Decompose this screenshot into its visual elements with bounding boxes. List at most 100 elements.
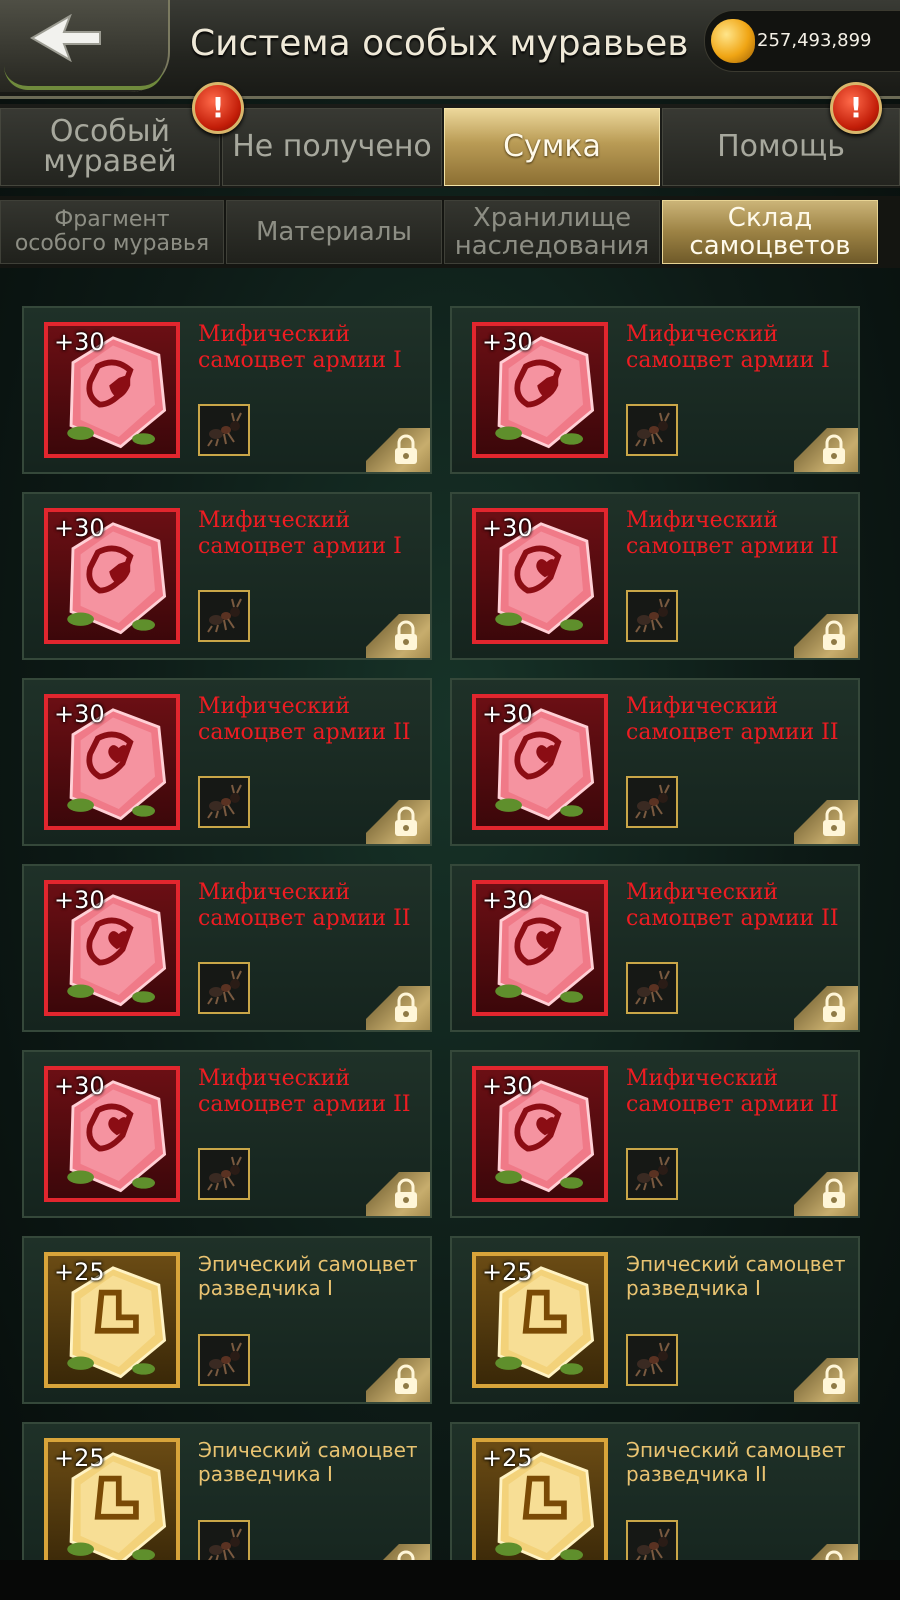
back-button[interactable] — [0, 0, 170, 92]
lock-button[interactable] — [794, 428, 858, 472]
currency-value: 257,493,899 — [757, 30, 872, 51]
tab-materials[interactable]: Материалы — [226, 200, 442, 264]
lock-button[interactable] — [366, 428, 430, 472]
tab-bag[interactable]: Сумка — [444, 108, 660, 186]
secondary-tab-bar: Фрагмент особого муравья Материалы Храни… — [0, 196, 900, 268]
orange-ant-icon — [635, 784, 670, 819]
lock-icon — [823, 992, 845, 1022]
alert-badge-special-ant: ! — [192, 82, 244, 134]
gem-card[interactable]: +30 Мифический самоцвет армии II — [22, 1050, 432, 1218]
gem-card[interactable]: +30 Мифический самоцвет армии II — [450, 864, 860, 1032]
tab-not-obtained[interactable]: Не получено — [222, 108, 442, 186]
gem-card[interactable]: +30 Мифический самоцвет армии I — [450, 306, 860, 474]
gem-icon-frame: +30 — [44, 880, 180, 1016]
gem-bonus: +30 — [482, 514, 533, 542]
equipped-ant-slot[interactable] — [626, 776, 678, 828]
lock-button[interactable] — [794, 1544, 858, 1560]
black-ant-icon — [636, 1528, 670, 1560]
lock-icon — [395, 1364, 417, 1394]
equipped-ant-slot[interactable] — [198, 404, 250, 456]
gem-card[interactable]: +25 Эпический самоцвет разведчика II — [450, 1422, 860, 1560]
lock-button[interactable] — [794, 986, 858, 1030]
gem-name: Эпический самоцвет разведчика I — [198, 1252, 418, 1300]
gem-name: Эпический самоцвет разведчика II — [626, 1438, 846, 1486]
equipped-ant-slot[interactable] — [626, 962, 678, 1014]
tab-label: Особый муравей — [43, 114, 177, 179]
equipped-ant-slot[interactable] — [626, 1334, 678, 1386]
lock-button[interactable] — [366, 614, 430, 658]
gem-card[interactable]: +30 Мифический самоцвет армии II — [22, 864, 432, 1032]
gem-bonus: +30 — [54, 328, 105, 356]
lock-button[interactable] — [366, 1358, 430, 1402]
gem-card[interactable]: +30 Мифический самоцвет армии II — [22, 678, 432, 846]
gem-card[interactable]: +30 Мифический самоцвет армии II — [450, 678, 860, 846]
lock-button[interactable] — [366, 800, 430, 844]
equipped-ant-slot[interactable] — [198, 962, 250, 1014]
gem-card[interactable]: +30 Мифический самоцвет армии I — [22, 492, 432, 660]
lock-button[interactable] — [794, 1358, 858, 1402]
gem-name: Мифический самоцвет армии I — [198, 508, 402, 559]
gem-bonus: +30 — [482, 700, 533, 728]
gem-card[interactable]: +30 Мифический самоцвет армии II — [450, 492, 860, 660]
lock-button[interactable] — [794, 800, 858, 844]
gem-name: Мифический самоцвет армии II — [626, 508, 839, 559]
gem-icon-frame: +30 — [472, 322, 608, 458]
gem-card[interactable]: +30 Мифический самоцвет армии I — [22, 306, 432, 474]
tab-label: Склад самоцветов — [689, 203, 851, 261]
gem-bonus: +30 — [54, 700, 105, 728]
equipped-ant-slot[interactable] — [198, 1148, 250, 1200]
gem-bonus: +30 — [54, 1072, 105, 1100]
primary-tab-bar: Особый муравей Не получено Сумка Помощь — [0, 104, 900, 188]
lock-button[interactable] — [794, 614, 858, 658]
wasp-ant-icon — [207, 784, 242, 819]
tab-label: Материалы — [256, 217, 412, 247]
tab-ant-fragment[interactable]: Фрагмент особого муравья — [0, 200, 224, 264]
equipped-ant-slot[interactable] — [198, 776, 250, 828]
gem-name: Мифический самоцвет армии I — [198, 322, 402, 373]
tab-inheritance-storage[interactable]: Хранилище наследования — [444, 200, 660, 264]
yellow-ant-icon — [207, 598, 242, 633]
tab-label: Не получено — [232, 129, 432, 164]
equipped-ant-slot[interactable] — [626, 1520, 678, 1560]
gem-name: Эпический самоцвет разведчика I — [626, 1252, 846, 1300]
equipped-ant-slot[interactable] — [626, 1148, 678, 1200]
red-ant-icon — [207, 1342, 242, 1377]
tab-special-ant[interactable]: Особый муравей — [0, 108, 220, 186]
lock-icon — [823, 806, 845, 836]
amber-icon — [711, 19, 755, 63]
equipped-ant-slot[interactable] — [198, 1520, 250, 1560]
top-bar: Система особых муравьев 257,493,899 — [0, 0, 900, 99]
lock-icon — [395, 620, 417, 650]
tab-gem-storage[interactable]: Склад самоцветов — [662, 200, 878, 264]
gem-name: Мифический самоцвет армии II — [626, 1066, 839, 1117]
gem-card[interactable]: +25 Эпический самоцвет разведчика I — [450, 1236, 860, 1404]
black-ant-icon — [635, 1156, 670, 1191]
gem-card[interactable]: +25 Эпический самоцвет разведчика I — [22, 1422, 432, 1560]
equipped-ant-slot[interactable] — [626, 590, 678, 642]
equipped-ant-slot[interactable] — [198, 1334, 250, 1386]
tab-label: Хранилище наследования — [454, 203, 650, 261]
gem-name: Мифический самоцвет армии II — [198, 694, 411, 745]
gem-name: Мифический самоцвет армии I — [626, 322, 830, 373]
lock-icon — [397, 1550, 415, 1560]
equipped-ant-slot[interactable] — [626, 404, 678, 456]
lock-button[interactable] — [794, 1172, 858, 1216]
gem-icon-frame: +30 — [44, 508, 180, 644]
gem-card[interactable]: +30 Мифический самоцвет армии II — [450, 1050, 860, 1218]
gem-bonus: +30 — [482, 328, 533, 356]
lock-button[interactable] — [366, 986, 430, 1030]
equipped-ant-slot[interactable] — [198, 590, 250, 642]
tab-label: Помощь — [717, 129, 845, 164]
slender-ant-icon — [635, 970, 670, 1005]
red-ant-icon — [207, 1156, 242, 1191]
gem-bonus: +25 — [54, 1258, 105, 1286]
gem-card[interactable]: +25 Эпический самоцвет разведчика I — [22, 1236, 432, 1404]
gem-bonus: +25 — [54, 1444, 105, 1472]
gem-bonus: +25 — [482, 1444, 533, 1472]
gem-icon-frame: +25 — [472, 1252, 608, 1388]
gem-bonus: +30 — [54, 514, 105, 542]
gem-icon-frame: +25 — [44, 1438, 180, 1560]
lock-button[interactable] — [366, 1172, 430, 1216]
lock-button[interactable] — [366, 1544, 430, 1560]
gem-name: Мифический самоцвет армии II — [198, 880, 411, 931]
